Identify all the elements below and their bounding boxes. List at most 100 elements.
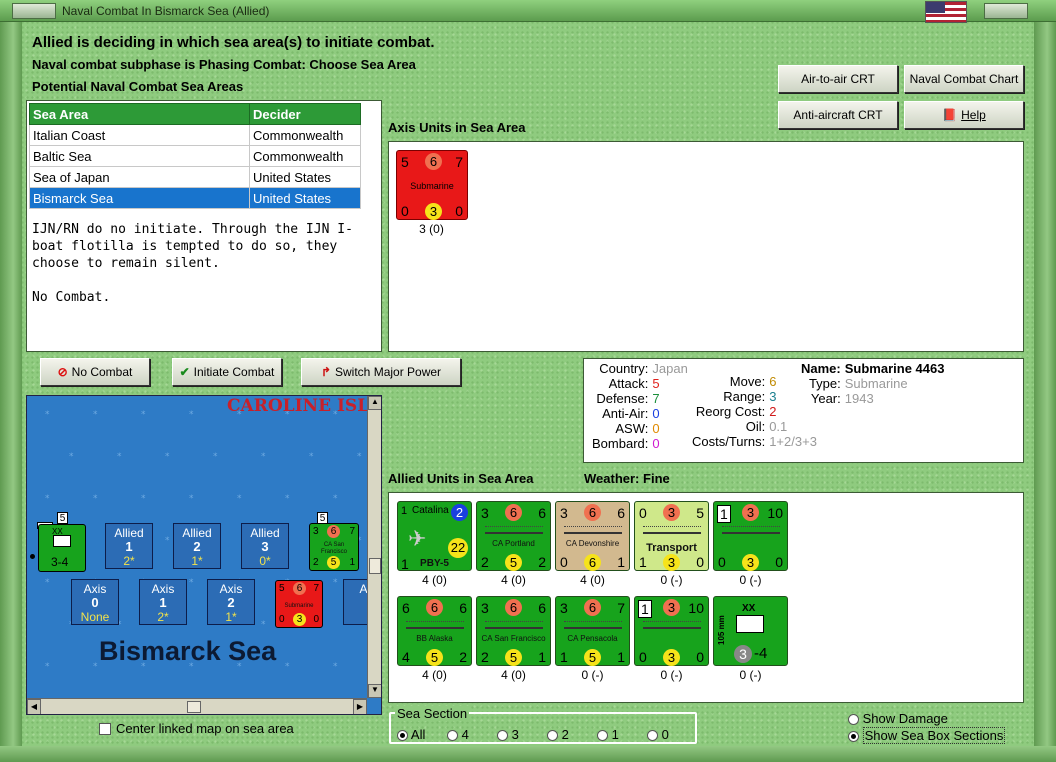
- allied-sea-box-2[interactable]: Allied 2 1*: [173, 523, 221, 569]
- allied-sea-box-1[interactable]: Allied 1 2*: [105, 523, 153, 569]
- stat: 1: [538, 649, 546, 665]
- option-label: All: [410, 727, 426, 742]
- air-stat: 1: [401, 505, 408, 517]
- land-unit-symbol: [736, 615, 764, 633]
- box-number: 0: [91, 595, 99, 610]
- vertical-scrollbar[interactable]: ▲ ▼: [367, 396, 381, 698]
- map-submarine-counter[interactable]: 5 6 7 Submarine 0 3 0: [275, 580, 323, 628]
- ship-counter[interactable]: 3 6 6 CA Portland 2 5 2: [476, 501, 551, 571]
- vertical-scroll-thumb[interactable]: [369, 558, 381, 574]
- stat: 6: [459, 600, 467, 616]
- radio[interactable]: [597, 730, 608, 742]
- stat: 7: [349, 526, 355, 537]
- stat: 6: [538, 505, 546, 521]
- stat: 10: [688, 600, 704, 616]
- section-option-0[interactable]: 0: [647, 727, 687, 742]
- stat: 3: [742, 554, 759, 571]
- stat: 6: [505, 599, 522, 616]
- ship-counter[interactable]: 1 3 10 0 3 0: [634, 596, 709, 666]
- axis-sea-box-1[interactable]: Axis 1 2*: [139, 579, 187, 625]
- ship-counter[interactable]: 0 3 5 Transport 1 3 0: [634, 501, 709, 571]
- show-damage-option[interactable]: Show Damage: [848, 711, 948, 726]
- no-combat-text: No Combat.: [32, 290, 111, 305]
- table-row[interactable]: Baltic Sea Commonwealth: [29, 145, 361, 167]
- wave-mark: ⁎: [333, 490, 338, 500]
- label: Anti-Air:: [602, 406, 649, 421]
- option-label: 2: [561, 727, 569, 742]
- ship-silhouette-icon: [564, 621, 622, 629]
- ship-counter[interactable]: 3 6 6 CA Devonshire 0 6 1: [555, 501, 630, 571]
- radio[interactable]: [397, 730, 408, 742]
- no-combat-button[interactable]: ⊘ No Combat: [40, 358, 150, 386]
- stat: 6: [327, 525, 340, 538]
- box-value: 0*: [259, 554, 271, 568]
- map-ship-counter[interactable]: 3 6 7 CA San Francisco 2 5 1: [309, 523, 359, 571]
- unit-name: CA Portland: [492, 539, 535, 548]
- stat: 1: [349, 557, 355, 568]
- sea-cell: Bismarck Sea: [29, 187, 250, 209]
- show-sea-box-option[interactable]: Show Sea Box Sections: [848, 727, 1006, 744]
- scroll-down-arrow-icon[interactable]: ▼: [368, 684, 381, 698]
- center-map-checkbox[interactable]: Center linked map on sea area: [99, 721, 294, 736]
- switch-arrow-icon: ↱: [320, 365, 332, 379]
- table-row[interactable]: Sea of Japan United States: [29, 166, 361, 188]
- checkbox-box[interactable]: [99, 722, 111, 735]
- axis-sea-box-2[interactable]: Axis 2 1*: [207, 579, 255, 625]
- initiate-label: Initiate Combat: [193, 365, 275, 379]
- anti-aircraft-crt-button[interactable]: Anti-aircraft CRT: [778, 101, 898, 129]
- air-name: Catalina: [412, 505, 449, 516]
- table-row[interactable]: Italian Coast Commonwealth: [29, 124, 361, 146]
- naval-combat-chart-button[interactable]: Naval Combat Chart: [904, 65, 1024, 93]
- minimize-button[interactable]: [12, 3, 56, 19]
- value: 0: [652, 406, 660, 421]
- radio[interactable]: [647, 730, 658, 742]
- land-unit-counter[interactable]: XX 105 mm 3 -4: [713, 596, 788, 666]
- horizontal-scrollbar[interactable]: ◀ ▶: [27, 698, 367, 714]
- radio[interactable]: [848, 714, 859, 726]
- unit-name: 105 mm: [717, 615, 726, 645]
- ship-counter[interactable]: 3 6 7 CA Pensacola 1 5 1: [555, 596, 630, 666]
- section-option-3[interactable]: 3: [497, 727, 547, 742]
- show-sea-box-label: Show Sea Box Sections: [862, 727, 1006, 744]
- section-option-4[interactable]: 4: [447, 727, 497, 742]
- sea-area-map[interactable]: ⁎⁎⁎⁎⁎⁎⁎⁎⁎⁎⁎⁎⁎⁎⁎⁎⁎⁎⁎⁎⁎⁎⁎⁎⁎⁎⁎⁎⁎⁎⁎⁎⁎⁎⁎⁎⁎⁎⁎⁎…: [26, 395, 382, 715]
- table-row-selected[interactable]: Bismarck Sea United States: [29, 187, 361, 209]
- section-option-all[interactable]: All: [397, 727, 447, 742]
- ship-counter[interactable]: 3 6 6 CA San Francisco 2 5 1: [476, 596, 551, 666]
- scroll-left-arrow-icon[interactable]: ◀: [27, 699, 41, 714]
- initiate-combat-button[interactable]: ✔ Initiate Combat: [172, 358, 282, 386]
- close-button[interactable]: [984, 3, 1028, 19]
- ship-silhouette-icon: [485, 621, 543, 629]
- axis-sea-box-0[interactable]: Axis 0 None: [71, 579, 119, 625]
- ship-counter[interactable]: 6 6 6 BB Alaska 4 5 2: [397, 596, 472, 666]
- air-stat: 22: [448, 538, 468, 558]
- radio[interactable]: [848, 731, 859, 743]
- sea-section-options: All 4 3 2 1 0: [397, 727, 687, 742]
- box-number: 1: [125, 539, 133, 554]
- scroll-up-arrow-icon[interactable]: ▲: [368, 396, 381, 410]
- unit-caption: 3 (0): [419, 222, 444, 236]
- map-land-counter[interactable]: XX 3-4: [38, 524, 86, 572]
- radio[interactable]: [447, 730, 458, 742]
- value: 1943: [844, 391, 874, 406]
- submarine-counter[interactable]: 5 6 7 Submarine 0 3 0: [396, 150, 468, 220]
- horizontal-scroll-thumb[interactable]: [187, 701, 201, 713]
- bottom-frame: [0, 746, 1056, 762]
- section-option-2[interactable]: 2: [547, 727, 597, 742]
- ship-counter[interactable]: 1 3 10 0 3 0: [713, 501, 788, 571]
- help-button[interactable]: 📕 Help: [904, 101, 1024, 129]
- message-text: IJN/RN do no initiate. Through the IJN I…: [32, 222, 353, 271]
- wave-mark: ⁎: [165, 532, 170, 542]
- air-unit-counter[interactable]: 1 Catalina 2 ✈ 22 PBY-5 1: [397, 501, 472, 572]
- sea-cell: Italian Coast: [29, 124, 250, 146]
- section-option-1[interactable]: 1: [597, 727, 647, 742]
- center-map-label: Center linked map on sea area: [116, 721, 294, 736]
- scroll-right-arrow-icon[interactable]: ▶: [353, 699, 367, 714]
- radio[interactable]: [497, 730, 508, 742]
- decider-cell: Commonwealth: [249, 124, 361, 146]
- ship-silhouette-icon: [406, 621, 464, 629]
- air-to-air-crt-button[interactable]: Air-to-air CRT: [778, 65, 898, 93]
- allied-sea-box-3[interactable]: Allied 3 0*: [241, 523, 289, 569]
- switch-major-power-button[interactable]: ↱ Switch Major Power: [301, 358, 461, 386]
- radio[interactable]: [547, 730, 558, 742]
